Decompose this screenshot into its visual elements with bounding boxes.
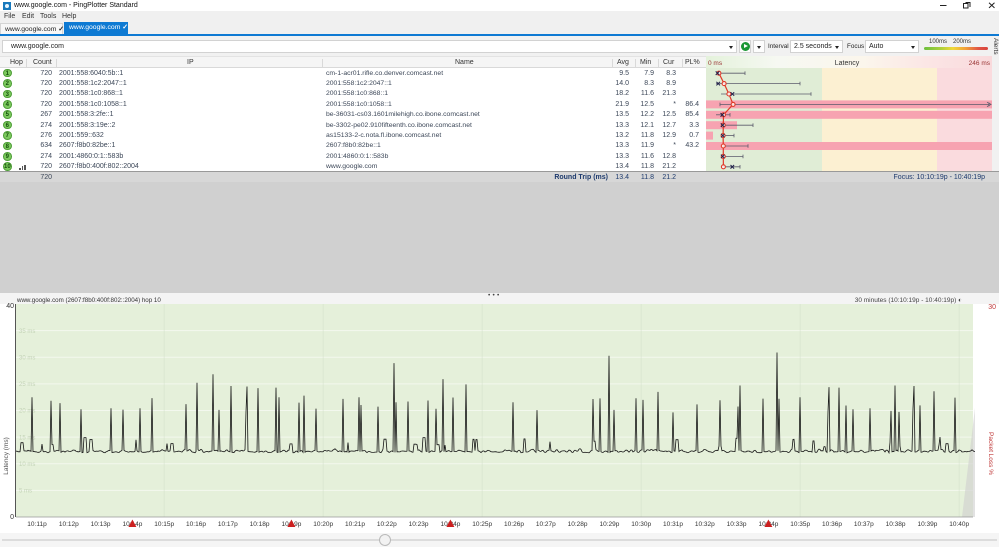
svg-text:10:12p: 10:12p	[59, 521, 79, 528]
svg-text:10:23p: 10:23p	[409, 521, 429, 528]
svg-text:10:15p: 10:15p	[154, 521, 174, 528]
svg-text:10:20p: 10:20p	[313, 521, 333, 528]
svg-text:10:25p: 10:25p	[472, 521, 492, 528]
svg-text:Latency (ms): Latency (ms)	[3, 437, 10, 475]
svg-text:10:32p: 10:32p	[695, 521, 715, 528]
svg-text:10:30p: 10:30p	[631, 521, 651, 528]
svg-text:0 ms: 0 ms	[708, 60, 723, 67]
svg-text:10:11p: 10:11p	[27, 521, 47, 528]
svg-text:40: 40	[6, 303, 14, 310]
svg-text:10:28p: 10:28p	[568, 521, 588, 528]
svg-text:10:21p: 10:21p	[345, 521, 365, 528]
svg-text:246 ms: 246 ms	[969, 60, 991, 67]
svg-text:10:22p: 10:22p	[377, 521, 397, 528]
svg-text:10 ms: 10 ms	[19, 462, 35, 468]
svg-text:Packet Loss %: Packet Loss %	[987, 432, 994, 475]
svg-text:25 ms: 25 ms	[19, 382, 35, 388]
svg-text:10:17p: 10:17p	[218, 521, 238, 528]
svg-text:10:26p: 10:26p	[504, 521, 524, 528]
svg-text:5 ms: 5 ms	[19, 489, 32, 495]
svg-text:10:16p: 10:16p	[186, 521, 206, 528]
svg-text:10:40p: 10:40p	[949, 521, 969, 528]
svg-text:10:27p: 10:27p	[536, 521, 556, 528]
svg-text:10:37p: 10:37p	[854, 521, 874, 528]
svg-text:10:31p: 10:31p	[663, 521, 683, 528]
svg-text:10:39p: 10:39p	[917, 521, 937, 528]
svg-text:0: 0	[10, 514, 14, 521]
svg-text:10:35p: 10:35p	[790, 521, 810, 528]
svg-text:30 ms: 30 ms	[19, 356, 35, 362]
svg-text:10:38p: 10:38p	[886, 521, 906, 528]
svg-text:10:18p: 10:18p	[250, 521, 270, 528]
svg-text:30: 30	[988, 304, 996, 311]
svg-text:10:29p: 10:29p	[599, 521, 619, 528]
svg-text:10:36p: 10:36p	[822, 521, 842, 528]
svg-text:10:33p: 10:33p	[727, 521, 747, 528]
svg-text:10:13p: 10:13p	[91, 521, 111, 528]
svg-text:20 ms: 20 ms	[19, 409, 35, 415]
svg-text:35 ms: 35 ms	[19, 329, 35, 335]
svg-text:Latency: Latency	[835, 60, 860, 67]
